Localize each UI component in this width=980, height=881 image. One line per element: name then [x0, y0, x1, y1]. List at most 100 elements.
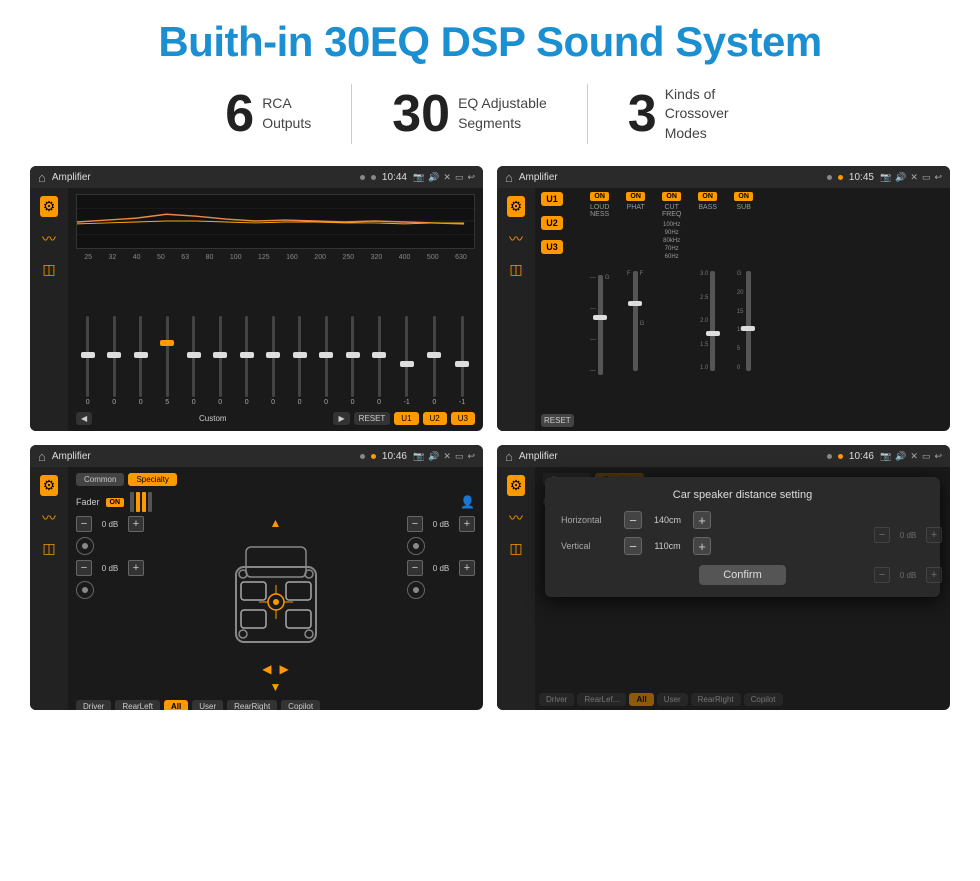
arrow-left[interactable]: ◀: [262, 662, 271, 676]
mixer-sidebar-icon-2[interactable]: 〰: [509, 229, 523, 249]
fader-btn-copilot[interactable]: Copilot: [281, 700, 320, 710]
eq-slider-12[interactable]: 0: [377, 316, 381, 406]
mixer-u3-btn[interactable]: U3: [541, 240, 563, 254]
mixer-sidebar-icon-3[interactable]: ◫: [509, 261, 522, 278]
mixer-fader-loudness[interactable]: [598, 275, 603, 375]
eq-slider-11[interactable]: 0: [351, 316, 355, 406]
fader-minus-1[interactable]: −: [76, 516, 92, 532]
fader-btn-user[interactable]: User: [192, 700, 223, 710]
back-icon-2[interactable]: ↩: [934, 172, 942, 183]
fader-tab-common[interactable]: Common: [76, 473, 124, 486]
confirm-button[interactable]: Confirm: [699, 565, 786, 585]
eq-u3-btn[interactable]: U3: [451, 412, 475, 425]
eq-slider-8[interactable]: 0: [271, 316, 275, 406]
fader-plus-3[interactable]: +: [459, 516, 475, 532]
fader-btn-rearleft[interactable]: RearLeft: [115, 700, 160, 710]
mixer-fader-bass[interactable]: [710, 271, 715, 371]
dist-sidebar-icon-3[interactable]: ◫: [509, 540, 522, 557]
mixer-ch-cutfreq-toggle[interactable]: ON: [662, 192, 681, 201]
eq-u2-btn[interactable]: U2: [423, 412, 447, 425]
fader-db-row-4: − 0 dB +: [407, 560, 475, 576]
arrow-right[interactable]: ▶: [280, 662, 289, 676]
fader-left-controls: − 0 dB + − 0 dB +: [76, 516, 144, 599]
eq-slider-15[interactable]: -1: [459, 316, 465, 406]
fader-settings-icon[interactable]: 👤: [460, 495, 475, 509]
eq-graph: [76, 194, 475, 249]
eq-slider-3[interactable]: 0: [139, 316, 143, 406]
eq-slider-1[interactable]: 0: [86, 316, 90, 406]
stat-crossover: 3 Kinds ofCrossover Modes: [588, 85, 795, 144]
fader-minus-3[interactable]: −: [407, 516, 423, 532]
mixer-ch-sub-toggle[interactable]: ON: [734, 192, 753, 201]
fader-knob-br[interactable]: [407, 581, 425, 599]
eq-slider-6[interactable]: 0: [218, 316, 222, 406]
home-icon-2[interactable]: ⌂: [505, 170, 513, 185]
fader-minus-2[interactable]: −: [76, 560, 92, 576]
eq-slider-4[interactable]: 5: [165, 316, 169, 406]
eq-prev-btn[interactable]: ◀: [76, 412, 92, 425]
eq-sidebar-icon-2[interactable]: 〰: [42, 229, 56, 249]
eq-slider-2[interactable]: 0: [112, 316, 116, 406]
fader-toggle[interactable]: ON: [106, 498, 125, 507]
home-icon-1[interactable]: ⌂: [38, 170, 46, 185]
dist-btn-driver[interactable]: Driver: [539, 693, 574, 706]
mixer-fader-phat[interactable]: [633, 271, 638, 371]
home-icon-4[interactable]: ⌂: [505, 449, 513, 464]
status-dot-8: [838, 454, 843, 459]
mixer-reset-btn[interactable]: RESET: [541, 414, 574, 427]
fader-minus-4[interactable]: −: [407, 560, 423, 576]
arrow-up[interactable]: ▲: [270, 516, 282, 530]
mixer-u2-btn[interactable]: U2: [541, 216, 563, 230]
fader-db-val-4: 0 dB: [427, 564, 455, 573]
fader-plus-2[interactable]: +: [128, 560, 144, 576]
home-icon-3[interactable]: ⌂: [38, 449, 46, 464]
fader-plus-4[interactable]: +: [459, 560, 475, 576]
eq-slider-14[interactable]: 0: [432, 316, 436, 406]
dist-sidebar-icon-1[interactable]: ⚙: [507, 475, 526, 496]
mixer-ch-loudness-toggle[interactable]: ON: [590, 192, 609, 201]
eq-slider-10[interactable]: 0: [324, 316, 328, 406]
back-icon-1[interactable]: ↩: [467, 172, 475, 183]
eq-slider-5[interactable]: 0: [192, 316, 196, 406]
fader-sidebar-icon-3[interactable]: ◫: [42, 540, 55, 557]
eq-sidebar-icon-3[interactable]: ◫: [42, 261, 55, 278]
stat-rca-number: 6: [225, 88, 254, 140]
dist-vertical-plus[interactable]: +: [693, 537, 711, 555]
fader-knob-tl[interactable]: [76, 537, 94, 555]
eq-u1-btn[interactable]: U1: [394, 412, 418, 425]
back-icon-4[interactable]: ↩: [934, 451, 942, 462]
eq-slider-7[interactable]: 0: [245, 316, 249, 406]
fader-btn-all[interactable]: All: [164, 700, 188, 710]
dist-horizontal-plus[interactable]: +: [693, 511, 711, 529]
fader-btn-rearright[interactable]: RearRight: [227, 700, 277, 710]
mixer-ch-phat-toggle[interactable]: ON: [626, 192, 645, 201]
fader-mini-1: [130, 492, 134, 512]
eq-reset-btn[interactable]: RESET: [354, 412, 391, 425]
mixer-ch-cutfreq-label: CUTFREQ: [662, 204, 681, 218]
fader-knob-tr[interactable]: [407, 537, 425, 555]
fader-tab-specialty[interactable]: Specialty: [128, 473, 176, 486]
eq-slider-9[interactable]: 0: [298, 316, 302, 406]
fader-sidebar-icon-1[interactable]: ⚙: [40, 475, 59, 496]
fader-plus-1[interactable]: +: [128, 516, 144, 532]
mixer-sidebar-icon-1[interactable]: ⚙: [507, 196, 526, 217]
dist-sidebar-icon-2[interactable]: 〰: [509, 508, 523, 528]
mixer-ch-bass-toggle[interactable]: ON: [698, 192, 717, 201]
eq-play-btn[interactable]: ▶: [333, 412, 349, 425]
fader-sidebar-icon-2[interactable]: 〰: [42, 508, 56, 528]
dist-btn-rearleft: RearLef...: [577, 693, 626, 706]
stat-crossover-number: 3: [628, 88, 657, 140]
back-icon-3[interactable]: ↩: [467, 451, 475, 462]
arrow-down[interactable]: ▼: [270, 680, 282, 694]
status-time-4: 10:46: [849, 451, 874, 462]
fader-label: Fader: [76, 497, 100, 507]
eq-freq-labels: 25 32 40 50 63 80 100 125 160 200 250 32…: [76, 254, 475, 261]
eq-slider-13[interactable]: -1: [404, 316, 410, 406]
fader-btn-driver[interactable]: Driver: [76, 700, 111, 710]
mixer-u1-btn[interactable]: U1: [541, 192, 563, 206]
fader-knob-bl[interactable]: [76, 581, 94, 599]
dist-horizontal-minus[interactable]: −: [624, 511, 642, 529]
mixer-fader-sub[interactable]: [746, 271, 751, 371]
eq-sidebar-icon-1[interactable]: ⚙: [40, 196, 59, 217]
dist-vertical-minus[interactable]: −: [624, 537, 642, 555]
